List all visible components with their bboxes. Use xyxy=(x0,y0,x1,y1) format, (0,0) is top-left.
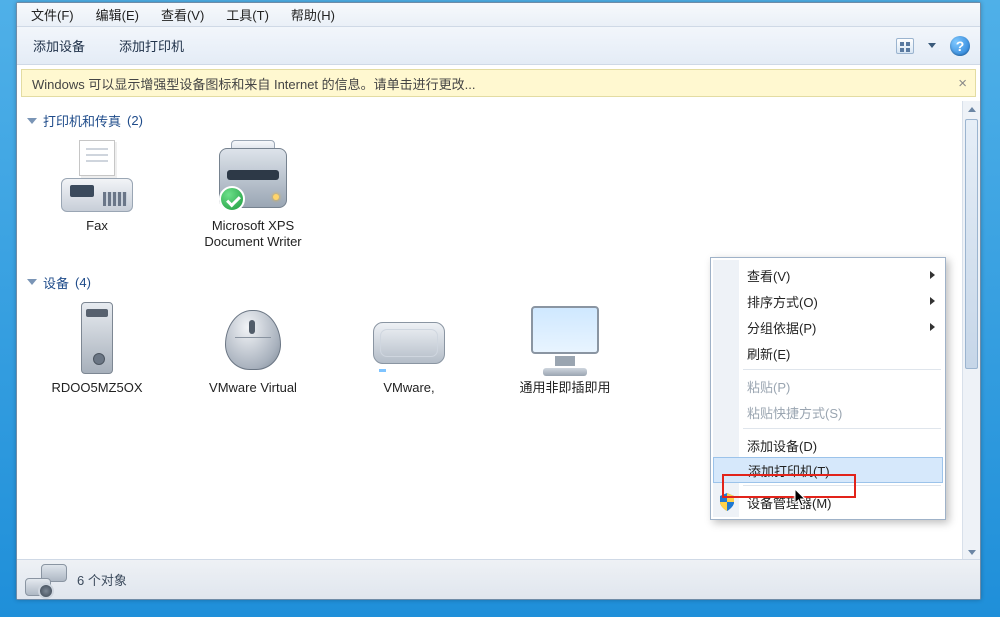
context-menu: 查看(V) 排序方式(O) 分组依据(P) 刷新(E) 粘贴(P) 粘贴快捷方式… xyxy=(710,257,946,520)
submenu-arrow-icon xyxy=(930,323,935,331)
menu-tools[interactable]: 工具(T) xyxy=(216,2,279,27)
status-bar: 6 个对象 xyxy=(17,559,980,599)
context-menu-separator xyxy=(743,428,941,429)
menu-file[interactable]: 文件(F) xyxy=(21,2,84,27)
help-icon[interactable]: ? xyxy=(950,36,970,56)
ctx-refresh[interactable]: 刷新(E) xyxy=(713,340,943,366)
menu-bar: 文件(F) 编辑(E) 查看(V) 工具(T) 帮助(H) xyxy=(17,3,980,27)
ctx-add-printer[interactable]: 添加打印机(T) xyxy=(713,457,943,483)
information-bar-close-icon[interactable]: × xyxy=(958,75,967,92)
device-label: RDOO5MZ5OX xyxy=(51,380,142,396)
uac-shield-icon xyxy=(719,493,735,511)
ctx-label: 查看(V) xyxy=(747,266,790,285)
device-label: 通用非即插即用 xyxy=(519,380,610,396)
information-bar[interactable]: Windows 可以显示增强型设备图标和来自 Internet 的信息。请单击进… xyxy=(21,69,976,97)
device-item-mouse[interactable]: VMware Virtual xyxy=(193,302,313,396)
device-item-fax[interactable]: Fax xyxy=(37,140,157,251)
toolbar-add-device[interactable]: 添加设备 xyxy=(25,31,93,60)
context-menu-separator xyxy=(743,485,941,486)
computer-tower-icon xyxy=(57,302,137,376)
scroll-up-icon[interactable] xyxy=(963,101,980,118)
view-mode-icon[interactable] xyxy=(896,38,914,54)
ctx-label: 设备管理器(M) xyxy=(747,493,832,512)
device-item-computer[interactable]: RDOO5MZ5OX xyxy=(37,302,157,396)
device-item-xps-writer[interactable]: Microsoft XPS Document Writer xyxy=(193,140,313,251)
devices-and-printers-window: 文件(F) 编辑(E) 查看(V) 工具(T) 帮助(H) 添加设备 添加打印机… xyxy=(16,2,981,600)
toolbar-add-printer[interactable]: 添加打印机 xyxy=(111,31,192,60)
group-count-devices: (4) xyxy=(75,275,91,290)
vertical-scrollbar[interactable] xyxy=(962,101,980,559)
ctx-label: 添加设备(D) xyxy=(747,436,817,455)
information-bar-text: Windows 可以显示增强型设备图标和来自 Internet 的信息。请单击进… xyxy=(32,74,476,93)
device-item-hdd[interactable]: VMware, xyxy=(349,302,469,396)
printer-default-icon xyxy=(213,140,293,214)
menu-help[interactable]: 帮助(H) xyxy=(281,2,345,27)
device-label: Microsoft XPS Document Writer xyxy=(193,218,313,251)
ctx-view[interactable]: 查看(V) xyxy=(713,262,943,288)
menu-view[interactable]: 查看(V) xyxy=(151,2,214,27)
menu-edit[interactable]: 编辑(E) xyxy=(86,2,149,27)
ctx-group[interactable]: 分组依据(P) xyxy=(713,314,943,340)
device-item-monitor[interactable]: 通用非即插即用 xyxy=(505,302,625,396)
status-thumbnail-icon xyxy=(25,564,67,596)
device-label: VMware Virtual xyxy=(209,380,297,396)
monitor-icon xyxy=(525,302,605,376)
ctx-label: 排序方式(O) xyxy=(747,292,818,311)
ctx-label: 刷新(E) xyxy=(747,344,790,363)
view-mode-dropdown-icon[interactable] xyxy=(928,43,936,48)
ctx-paste-shortcut: 粘贴快捷方式(S) xyxy=(713,399,943,425)
disclosure-triangle-icon[interactable] xyxy=(27,118,37,124)
group-title-printers[interactable]: 打印机和传真 xyxy=(43,111,121,130)
ctx-label: 添加打印机(T) xyxy=(748,461,830,480)
command-bar: 添加设备 添加打印机 ? xyxy=(17,27,980,65)
ctx-label: 粘贴快捷方式(S) xyxy=(747,403,842,422)
ctx-paste: 粘贴(P) xyxy=(713,373,943,399)
device-label: VMware, xyxy=(383,380,434,396)
ctx-sort[interactable]: 排序方式(O) xyxy=(713,288,943,314)
scroll-thumb[interactable] xyxy=(965,119,978,369)
mouse-icon xyxy=(213,302,293,376)
ctx-label: 粘贴(P) xyxy=(747,377,790,396)
submenu-arrow-icon xyxy=(930,271,935,279)
group-header-printers[interactable]: 打印机和传真 (2) xyxy=(27,111,952,130)
group-count-printers: (2) xyxy=(127,113,143,128)
ctx-add-device[interactable]: 添加设备(D) xyxy=(713,432,943,458)
context-menu-separator xyxy=(743,369,941,370)
ctx-label: 分组依据(P) xyxy=(747,318,816,337)
group-title-devices[interactable]: 设备 xyxy=(43,273,69,292)
printers-items: Fax Microsoft XPS Document Writer xyxy=(27,132,952,269)
device-label: Fax xyxy=(86,218,108,234)
disclosure-triangle-icon[interactable] xyxy=(27,279,37,285)
mouse-cursor-icon xyxy=(794,488,808,508)
ctx-device-manager[interactable]: 设备管理器(M) xyxy=(713,489,943,515)
external-drive-icon xyxy=(369,302,449,376)
status-object-count: 6 个对象 xyxy=(77,570,127,589)
submenu-arrow-icon xyxy=(930,297,935,305)
fax-icon xyxy=(57,140,137,214)
